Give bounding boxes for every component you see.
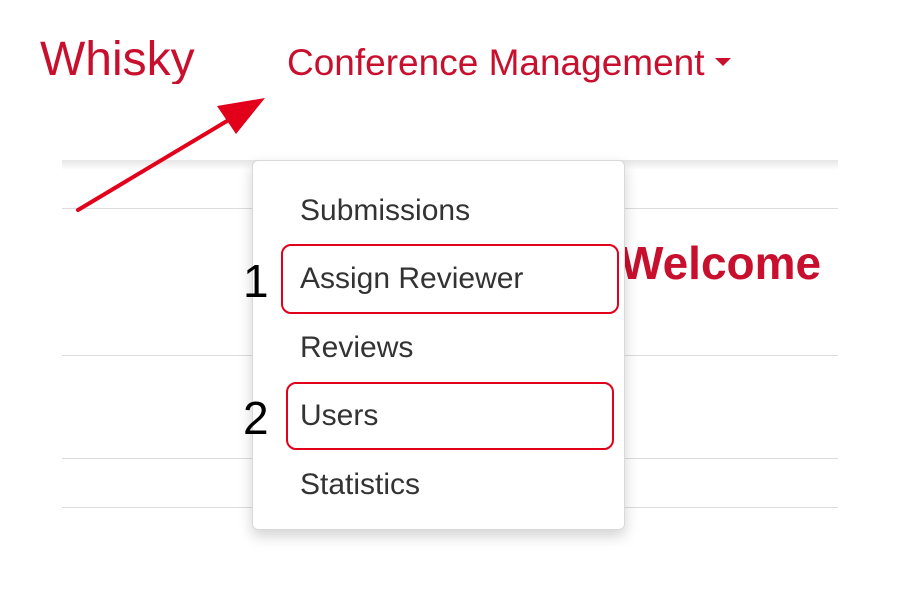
screenshot-stage: Whisky Conference Management Welcome Sub… <box>0 0 900 600</box>
arrow-pointer-icon <box>76 98 265 212</box>
